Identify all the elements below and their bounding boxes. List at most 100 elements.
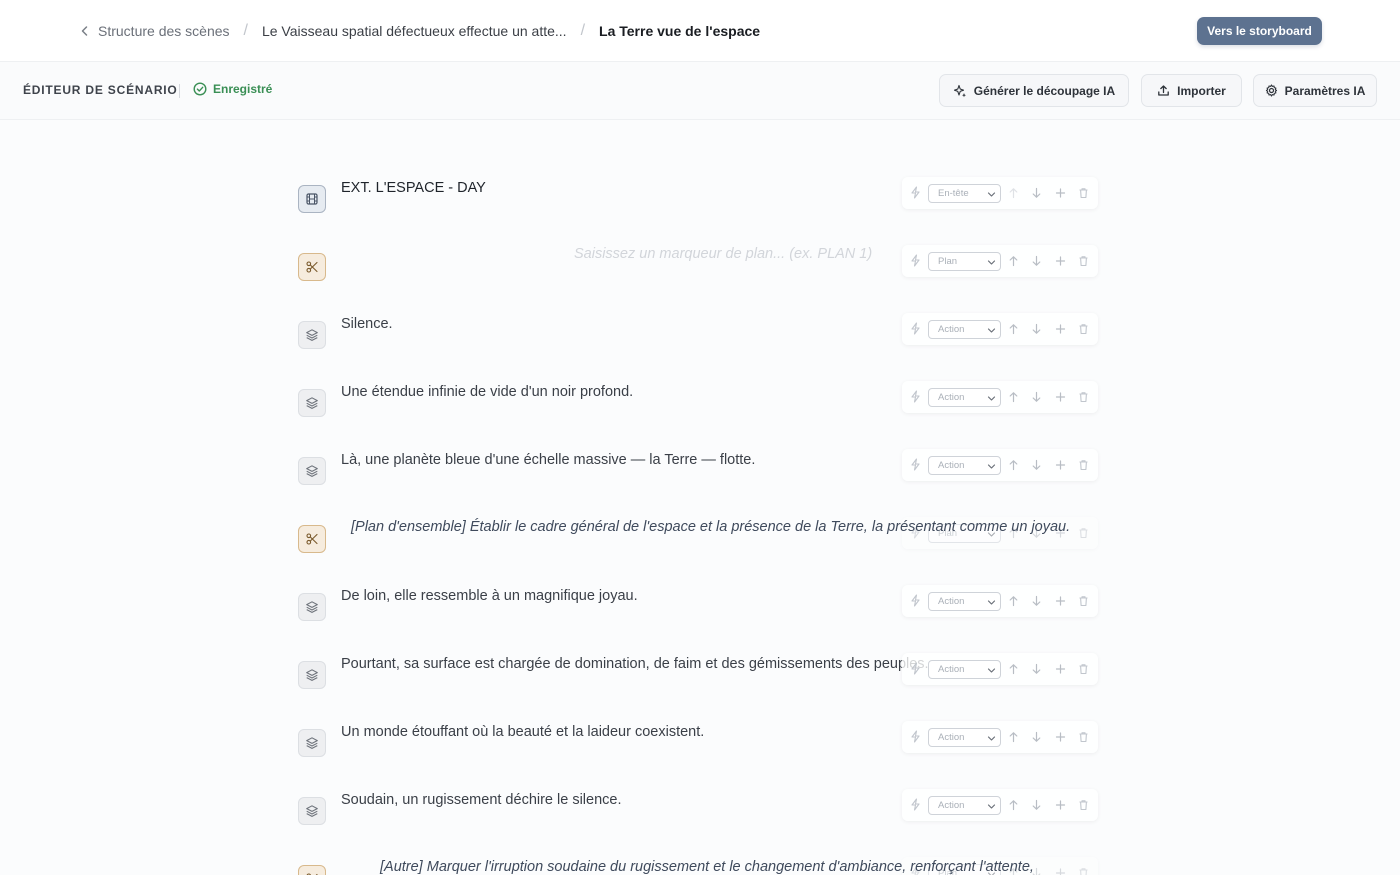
script-row-action[interactable]: Un monde étouffant où la beauté et la la… xyxy=(298,721,1102,779)
script-row-action[interactable]: Pourtant, sa surface est chargée de domi… xyxy=(298,653,1102,711)
trash-icon[interactable] xyxy=(1078,866,1089,875)
import-button[interactable]: Importer xyxy=(1141,74,1242,107)
script-line-text[interactable]: De loin, elle ressemble à un magnifique … xyxy=(341,588,638,604)
script-line-text[interactable]: Soudain, un rugissement déchire le silen… xyxy=(341,792,622,808)
trash-icon[interactable] xyxy=(1078,798,1089,816)
script-line-text[interactable]: Pourtant, sa surface est chargée de domi… xyxy=(341,656,929,672)
trash-icon[interactable] xyxy=(1078,662,1089,680)
scissors-icon[interactable] xyxy=(298,865,326,875)
plus-icon[interactable] xyxy=(1055,866,1066,875)
arrow-up-icon[interactable] xyxy=(1008,730,1019,748)
trash-icon[interactable] xyxy=(1078,594,1089,612)
bolt-icon[interactable] xyxy=(910,254,921,272)
arrow-down-icon[interactable] xyxy=(1031,254,1042,272)
script-row-heading[interactable]: EXT. L'ESPACE - DAY En-tête xyxy=(298,177,1102,235)
arrow-down-icon[interactable] xyxy=(1031,594,1042,612)
script-row-action[interactable]: Silence. Action xyxy=(298,313,1102,371)
plus-icon[interactable] xyxy=(1055,186,1066,204)
plus-icon[interactable] xyxy=(1055,254,1066,272)
script-line-text[interactable]: Un monde étouffant où la beauté et la la… xyxy=(341,724,704,740)
row-type-select[interactable]: En-tête xyxy=(928,184,1001,203)
bolt-icon[interactable] xyxy=(910,458,921,476)
plus-icon[interactable] xyxy=(1055,798,1066,816)
plus-icon[interactable] xyxy=(1055,322,1066,340)
script-line-text[interactable]: [Autre] Marquer l'irruption soudaine du … xyxy=(380,859,1034,875)
layers-icon[interactable] xyxy=(298,389,326,417)
script-line-text[interactable]: Là, une planète bleue d'une échelle mass… xyxy=(341,452,755,468)
layers-icon[interactable] xyxy=(298,661,326,689)
row-type-select[interactable]: Plan xyxy=(928,252,1001,271)
arrow-up-icon[interactable] xyxy=(1008,254,1019,272)
trash-icon[interactable] xyxy=(1078,458,1089,476)
bolt-icon[interactable] xyxy=(910,798,921,816)
scissors-icon[interactable] xyxy=(298,253,326,281)
arrow-up-icon[interactable] xyxy=(1008,186,1019,204)
arrow-up-icon[interactable] xyxy=(1008,322,1019,340)
trash-icon[interactable] xyxy=(1078,730,1089,748)
row-type-select[interactable]: Action xyxy=(928,456,1001,475)
script-line-text[interactable]: [Plan d'ensemble] Établir le cadre génér… xyxy=(351,519,1070,535)
film-icon[interactable] xyxy=(298,185,326,213)
arrow-down-icon[interactable] xyxy=(1031,798,1042,816)
arrow-up-icon[interactable] xyxy=(1008,594,1019,612)
bolt-icon[interactable] xyxy=(910,390,921,408)
trash-icon[interactable] xyxy=(1078,186,1089,204)
generate-breakdown-button[interactable]: Générer le découpage IA xyxy=(939,74,1129,107)
layers-icon[interactable] xyxy=(298,457,326,485)
script-row-shot[interactable]: Plan [Plan d'ensemble] Établir le cadre g… xyxy=(298,517,1102,575)
plus-icon[interactable] xyxy=(1055,594,1066,612)
script-row-action[interactable]: Une étendue infinie de vide d'un noir pr… xyxy=(298,381,1102,439)
row-type-select[interactable]: Action xyxy=(928,728,1001,747)
plus-icon[interactable] xyxy=(1055,730,1066,748)
script-line-text[interactable]: Silence. xyxy=(341,316,393,332)
script-row-shot[interactable]: Saisissez un marqueur de plan... (ex. PL… xyxy=(298,245,1102,303)
breadcrumb-scene-link[interactable]: Le Vaisseau spatial défectueux effectue … xyxy=(262,23,567,39)
shot-marker-input[interactable]: Saisissez un marqueur de plan... (ex. PL… xyxy=(574,246,872,262)
toolbar-divider xyxy=(179,84,180,98)
row-type-select[interactable]: Action xyxy=(928,660,1001,679)
plus-icon[interactable] xyxy=(1055,390,1066,408)
arrow-down-icon[interactable] xyxy=(1031,322,1042,340)
storyboard-button[interactable]: Vers le storyboard xyxy=(1197,17,1322,45)
bolt-icon[interactable] xyxy=(910,322,921,340)
script-line-text[interactable]: Une étendue infinie de vide d'un noir pr… xyxy=(341,384,633,400)
ai-settings-button[interactable]: Paramètres IA xyxy=(1253,74,1377,107)
layers-icon[interactable] xyxy=(298,729,326,757)
scissors-icon[interactable] xyxy=(298,525,326,553)
script-row-action[interactable]: Soudain, un rugissement déchire le silen… xyxy=(298,789,1102,847)
script-row-action[interactable]: Là, une planète bleue d'une échelle mass… xyxy=(298,449,1102,507)
row-type-select[interactable]: Action xyxy=(928,796,1001,815)
trash-icon[interactable] xyxy=(1078,390,1089,408)
layers-icon[interactable] xyxy=(298,593,326,621)
row-type-select[interactable]: Action xyxy=(928,388,1001,407)
plus-icon[interactable] xyxy=(1055,662,1066,680)
bolt-icon[interactable] xyxy=(910,662,921,680)
trash-icon[interactable] xyxy=(1078,526,1089,544)
arrow-up-icon[interactable] xyxy=(1008,390,1019,408)
layers-icon[interactable] xyxy=(298,321,326,349)
script-row-action[interactable]: De loin, elle ressemble à un magnifique … xyxy=(298,585,1102,643)
bolt-icon[interactable] xyxy=(910,730,921,748)
upload-icon xyxy=(1158,85,1170,96)
script-row-shot[interactable]: Plan [Autre] Marquer l'irruption soudaine… xyxy=(298,857,1102,875)
arrow-up-icon[interactable] xyxy=(1008,798,1019,816)
row-type-select[interactable]: Action xyxy=(928,320,1001,339)
script-line-text[interactable]: EXT. L'ESPACE - DAY xyxy=(341,180,486,196)
row-controls: Action xyxy=(902,313,1098,345)
row-type-select[interactable]: Action xyxy=(928,592,1001,611)
breadcrumb-back-link[interactable]: Structure des scènes xyxy=(80,23,230,39)
arrow-down-icon[interactable] xyxy=(1031,390,1042,408)
trash-icon[interactable] xyxy=(1078,322,1089,340)
arrow-down-icon[interactable] xyxy=(1031,186,1042,204)
trash-icon[interactable] xyxy=(1078,254,1089,272)
bolt-icon[interactable] xyxy=(910,594,921,612)
layers-icon[interactable] xyxy=(298,797,326,825)
bolt-icon[interactable] xyxy=(910,186,921,204)
arrow-down-icon[interactable] xyxy=(1031,730,1042,748)
arrow-down-icon[interactable] xyxy=(1031,458,1042,476)
arrow-up-icon[interactable] xyxy=(1008,662,1019,680)
plus-icon[interactable] xyxy=(1055,458,1066,476)
arrow-up-icon[interactable] xyxy=(1008,458,1019,476)
row-controls: Action xyxy=(902,721,1098,753)
arrow-down-icon[interactable] xyxy=(1031,662,1042,680)
